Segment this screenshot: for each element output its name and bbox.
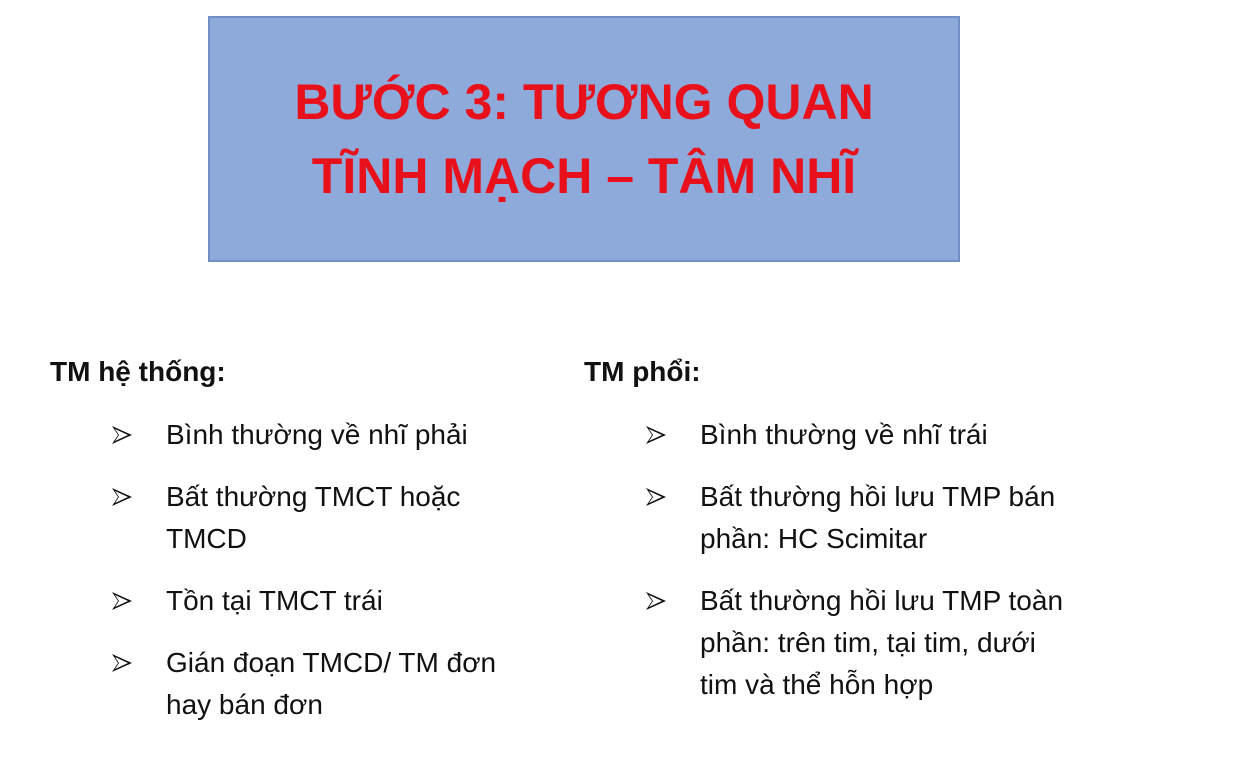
arrowhead-bullet-icon: [642, 580, 670, 622]
right-column: TM phổi: Bình thường về nhĩ trái Bất thư…: [584, 352, 1184, 726]
list-item-text: Bất thường hồi lưu TMP bán phần: HC Scim…: [700, 481, 1056, 554]
list-item-text: Bình thường về nhĩ trái: [700, 419, 988, 450]
list-item: Bất thường TMCT hoặc TMCD: [50, 476, 570, 560]
list-item-text: Bình thường về nhĩ phải: [166, 419, 468, 450]
list-item-text: Gián đoạn TMCD/ TM đơn hay bán đơn: [166, 647, 497, 720]
left-column: TM hệ thống: Bình thường về nhĩ phải Bất…: [50, 352, 570, 746]
list-item-text: Bất thường hồi lưu TMP toàn phần: trên t…: [700, 585, 1064, 700]
list-item: Gián đoạn TMCD/ TM đơn hay bán đơn: [50, 642, 570, 726]
arrowhead-bullet-icon: [108, 580, 136, 622]
list-item: Bất thường hồi lưu TMP bán phần: HC Scim…: [584, 476, 1184, 560]
title-line-2: TĨNH MẠCH – TÂM NHĨ: [311, 148, 857, 204]
title-box: BƯỚC 3: TƯƠNG QUAN TĨNH MẠCH – TÂM NHĨ: [208, 16, 960, 262]
list-item: Tồn tại TMCT trái: [50, 580, 570, 622]
right-list: Bình thường về nhĩ trái Bất thường hồi l…: [584, 414, 1184, 706]
list-item: Bình thường về nhĩ phải: [50, 414, 570, 456]
arrowhead-bullet-icon: [108, 414, 136, 456]
arrowhead-bullet-icon: [642, 476, 670, 518]
list-item: Bất thường hồi lưu TMP toàn phần: trên t…: [584, 580, 1184, 706]
right-heading: TM phổi:: [584, 356, 701, 387]
arrowhead-bullet-icon: [108, 476, 136, 518]
left-list: Bình thường về nhĩ phải Bất thường TMCT …: [50, 414, 570, 726]
title-line-1: BƯỚC 3: TƯƠNG QUAN: [294, 74, 874, 130]
arrowhead-bullet-icon: [642, 414, 670, 456]
left-heading: TM hệ thống:: [50, 356, 226, 387]
arrowhead-bullet-icon: [108, 642, 136, 684]
list-item-text: Tồn tại TMCT trái: [166, 585, 383, 616]
list-item-text: Bất thường TMCT hoặc TMCD: [166, 481, 461, 554]
list-item: Bình thường về nhĩ trái: [584, 414, 1184, 456]
